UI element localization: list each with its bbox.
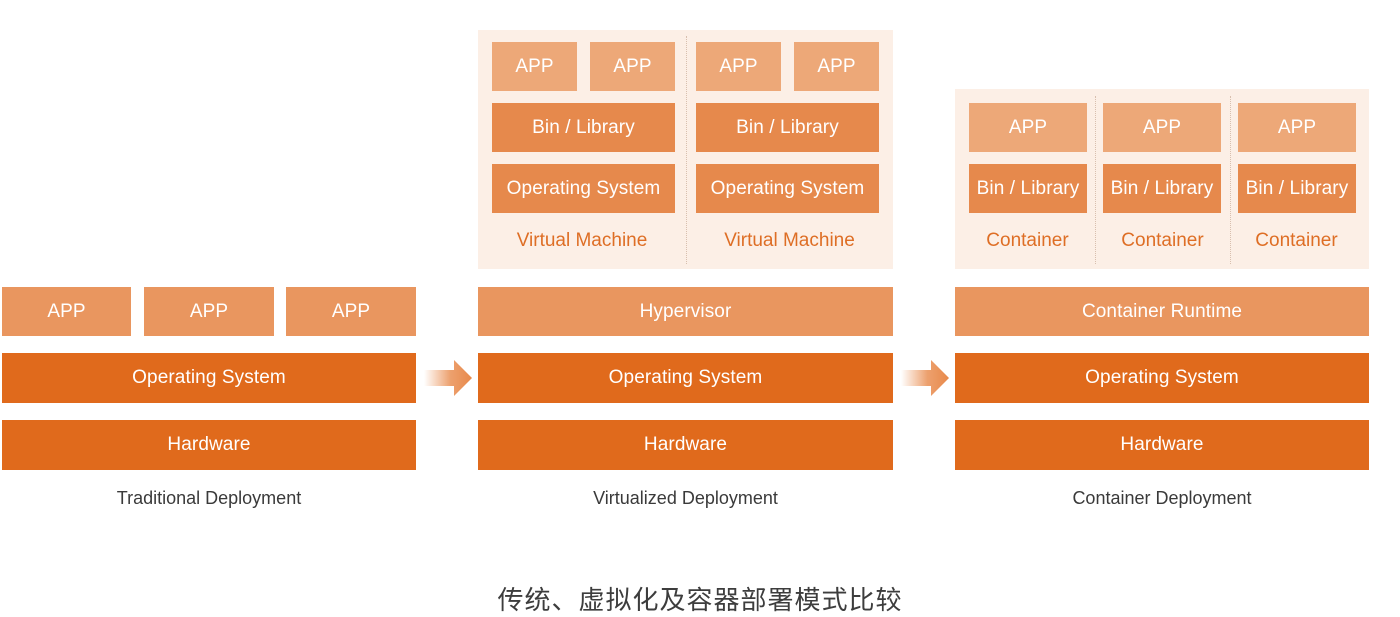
container3-label: Container: [1255, 230, 1338, 251]
virtualized-hardware: Hardware: [478, 420, 893, 470]
vm2-app-1: APP: [696, 42, 781, 91]
vm2-app-2: APP: [794, 42, 879, 91]
traditional-hardware: Hardware: [2, 420, 416, 470]
vm1-label: Virtual Machine: [516, 230, 648, 251]
traditional-app-1: APP: [2, 287, 131, 336]
container1-bin-library: Bin / Library: [969, 164, 1087, 213]
container-hardware: Hardware: [955, 420, 1369, 470]
container-runtime: Container Runtime: [955, 287, 1369, 336]
figure-title: 传统、虚拟化及容器部署模式比较: [497, 586, 903, 616]
vm1-app-1: APP: [492, 42, 577, 91]
container2-label: Container: [1121, 230, 1204, 251]
container3-app: APP: [1238, 103, 1356, 152]
vm2-label: Virtual Machine: [724, 230, 855, 251]
container2-app: APP: [1103, 103, 1221, 152]
container1-label: Container: [986, 230, 1069, 251]
arrow-right-icon: [424, 360, 472, 396]
hypervisor: Hypervisor: [478, 287, 893, 336]
container3-bin-library: Bin / Library: [1238, 164, 1356, 213]
vm2-bin-library: Bin / Library: [696, 103, 879, 152]
virtualized-caption: Virtualized Deployment: [593, 488, 778, 508]
container-caption: Container Deployment: [1072, 488, 1252, 508]
traditional-app-3: APP: [286, 287, 416, 336]
vm2-operating-system: Operating System: [696, 164, 879, 213]
arrow-right-icon: [901, 360, 949, 396]
container1-app: APP: [969, 103, 1087, 152]
virtualized-operating-system: Operating System: [478, 353, 893, 403]
traditional-operating-system: Operating System: [2, 353, 416, 403]
container2-bin-library: Bin / Library: [1103, 164, 1221, 213]
vm1-bin-library: Bin / Library: [492, 103, 675, 152]
traditional-caption: Traditional Deployment: [116, 488, 302, 508]
vm1-app-2: APP: [590, 42, 675, 91]
container-operating-system: Operating System: [955, 353, 1369, 403]
traditional-app-2: APP: [144, 287, 274, 336]
vm1-operating-system: Operating System: [492, 164, 675, 213]
